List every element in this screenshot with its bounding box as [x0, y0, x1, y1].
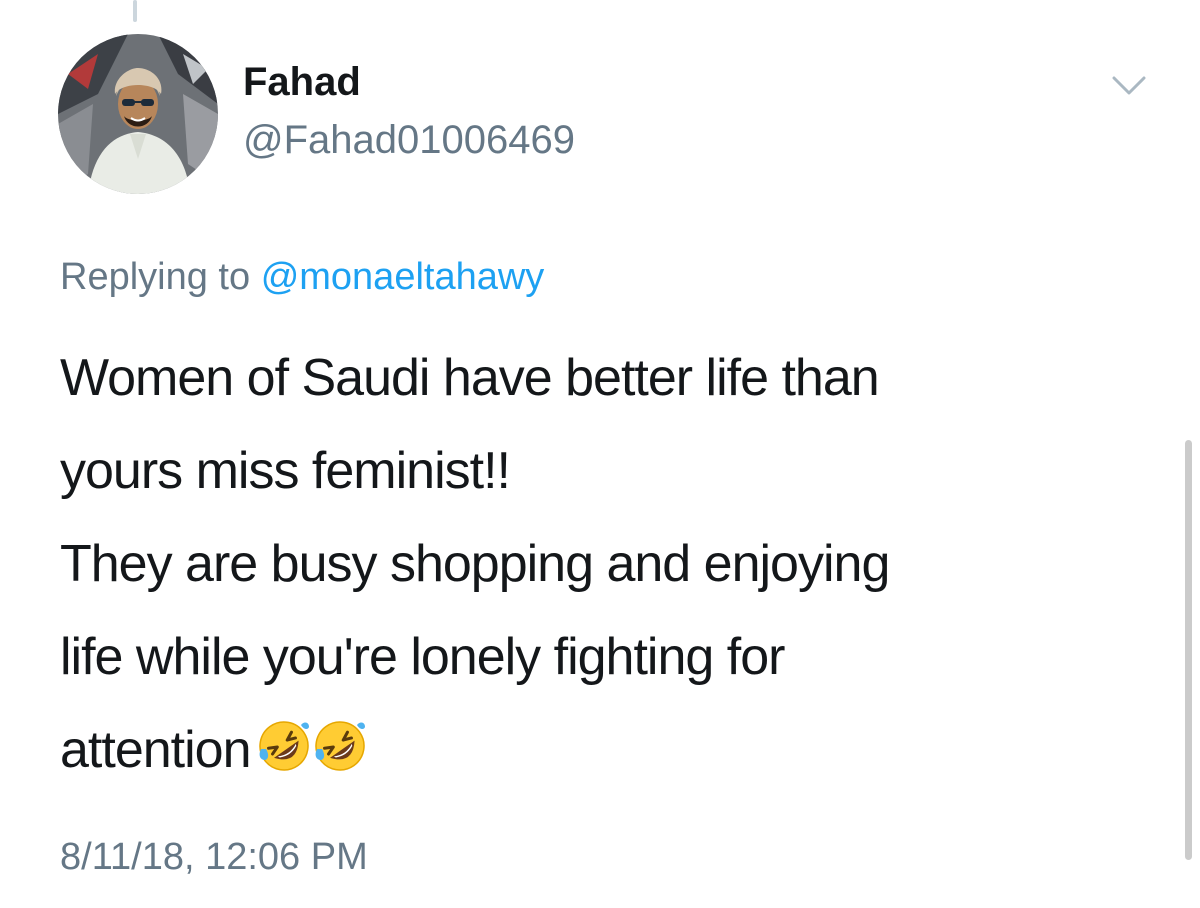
tweet-text-line: yours miss feminist!! [60, 442, 511, 500]
author-display-name[interactable]: Fahad [243, 60, 361, 105]
replying-to-line: Replying to @monaeltahawy [60, 256, 544, 299]
chevron-down-icon [1112, 76, 1146, 95]
tweet-timestamp[interactable]: 8/11/18, 12:06 PM [60, 836, 368, 879]
profile-photo-icon [58, 34, 218, 194]
replying-to-prefix: Replying to [60, 256, 251, 298]
tweet-text: Women of Saudi have better life than you… [60, 332, 1140, 797]
rolling-on-floor-laughing-icon [314, 721, 365, 771]
tweet-text-line: attention [60, 721, 251, 779]
tweet-text-last-line: attention [60, 704, 1140, 797]
tweet-text-line: life while you're lonely fighting for [60, 628, 785, 686]
tweet-text-line: They are busy shopping and enjoying [60, 535, 890, 593]
tweet-options-button[interactable] [1110, 72, 1148, 100]
avatar[interactable] [58, 34, 218, 194]
thread-connector-line [133, 0, 137, 22]
scrollbar[interactable] [1185, 440, 1192, 860]
tweet-text-line: Women of Saudi have better life than [60, 349, 880, 407]
author-handle[interactable]: @Fahad01006469 [243, 118, 575, 163]
rolling-on-floor-laughing-icon [258, 721, 309, 771]
replying-to-mention-link[interactable]: @monaeltahawy [261, 256, 545, 298]
